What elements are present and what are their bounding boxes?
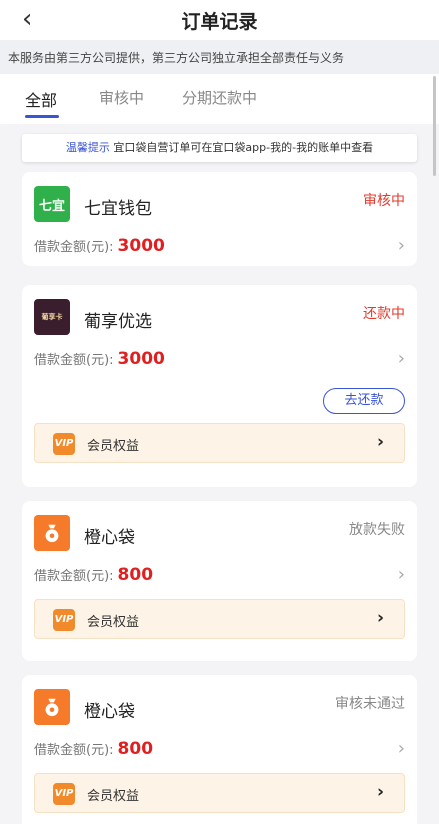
amount-row: 借款金额(元): 800 <box>34 739 153 759</box>
amount-value: 800 <box>117 565 154 585</box>
moneybag-icon <box>34 689 70 725</box>
tab-all[interactable]: 全部 <box>25 87 57 111</box>
chevron-right-icon: › <box>376 432 384 452</box>
moneybag-icon <box>34 515 70 551</box>
tab-installment-repaying[interactable]: 分期还款中 <box>182 87 257 108</box>
amount-value: 3000 <box>117 236 165 256</box>
amount-label: 借款金额(元): <box>34 353 114 368</box>
app-logo: 七宜 <box>34 186 70 222</box>
member-perks[interactable]: VIP 会员权益 › <box>34 773 405 813</box>
header: ‹ 订单记录 <box>0 0 439 40</box>
chevron-right-icon[interactable]: › <box>398 236 405 256</box>
perk-label: 会员权益 <box>87 615 140 630</box>
status-badge: 放款失败 <box>349 522 405 538</box>
warm-tip: 温馨提示 宜口袋自营订单可在宜口袋app-我的-我的账单中查看 <box>22 134 417 162</box>
back-icon[interactable]: ‹ <box>22 4 32 34</box>
member-perks[interactable]: VIP 会员权益 › <box>34 599 405 639</box>
active-tab-indicator <box>25 115 59 118</box>
repay-button[interactable]: 去还款 <box>323 388 405 414</box>
app-logo: 葡享卡 <box>34 299 70 335</box>
chevron-right-icon: › <box>376 608 384 628</box>
vip-icon: VIP <box>53 433 75 455</box>
chevron-right-icon[interactable]: › <box>398 565 405 585</box>
perk-label: 会员权益 <box>87 439 140 454</box>
tip-text: 宜口袋自营订单可在宜口袋app-我的-我的账单中查看 <box>113 141 374 154</box>
tip-label: 温馨提示 <box>65 141 110 154</box>
amount-row: 借款金额(元): 800 <box>34 565 153 585</box>
chevron-right-icon[interactable]: › <box>398 739 405 759</box>
page-title: 订单记录 <box>181 10 258 33</box>
tab-bar: 全部 审核中 分期还款中 <box>0 74 439 124</box>
order-card[interactable]: 橙心袋 审核未通过 借款金额(元): 800 › VIP 会员权益 › <box>22 675 417 824</box>
member-perks[interactable]: VIP 会员权益 › <box>34 423 405 463</box>
chevron-right-icon: › <box>376 782 384 802</box>
order-name: 橙心袋 <box>84 528 135 548</box>
order-card[interactable]: 七宜 七宜钱包 审核中 借款金额(元): 3000 › <box>22 172 417 266</box>
amount-label: 借款金额(元): <box>34 569 114 584</box>
amount-row: 借款金额(元): 3000 <box>34 236 165 256</box>
amount-label: 借款金额(元): <box>34 240 114 255</box>
scrollbar[interactable] <box>433 76 436 176</box>
amount-row: 借款金额(元): 3000 <box>34 349 165 369</box>
order-name: 葡享优选 <box>84 312 152 332</box>
order-card[interactable]: 橙心袋 放款失败 借款金额(元): 800 › VIP 会员权益 › <box>22 501 417 661</box>
vip-icon: VIP <box>53 783 75 805</box>
amount-value: 800 <box>117 739 154 759</box>
tab-under-review[interactable]: 审核中 <box>99 87 144 108</box>
status-badge: 审核未通过 <box>335 696 405 712</box>
order-name: 橙心袋 <box>84 702 135 722</box>
status-badge: 审核中 <box>363 193 405 209</box>
perk-label: 会员权益 <box>87 789 140 804</box>
order-card[interactable]: 葡享卡 葡享优选 还款中 借款金额(元): 3000 › 去还款 VIP 会员权… <box>22 285 417 487</box>
amount-value: 3000 <box>117 349 165 369</box>
amount-label: 借款金额(元): <box>34 743 114 758</box>
chevron-right-icon[interactable]: › <box>398 349 405 369</box>
order-name: 七宜钱包 <box>84 199 152 219</box>
disclaimer-notice: 本服务由第三方公司提供，第三方公司独立承担全部责任与义务 <box>0 40 439 74</box>
vip-icon: VIP <box>53 609 75 631</box>
status-badge: 还款中 <box>363 306 405 322</box>
